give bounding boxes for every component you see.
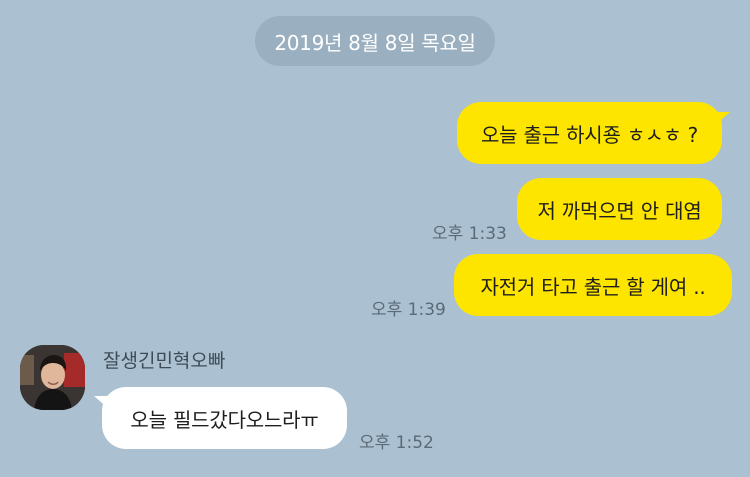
message-bubble-outgoing[interactable]: 오늘 출근 하시죵 ㅎㅅㅎ ? — [457, 102, 722, 164]
avatar[interactable] — [20, 345, 85, 410]
message-time: 오후 1:52 — [359, 433, 434, 453]
message-bubble-outgoing[interactable]: 저 까먹으면 안 대염 — [517, 178, 722, 240]
bubble-tail — [94, 396, 110, 410]
message-time: 오후 1:33 — [432, 224, 507, 244]
sender-name: 잘생긴민혁오빠 — [103, 350, 226, 372]
message-bubble-incoming[interactable]: 오늘 필드갔다오느라ㅠ — [102, 387, 347, 449]
message-time: 오후 1:39 — [371, 300, 446, 320]
bubble-tail — [714, 112, 730, 126]
message-bubble-outgoing[interactable]: 자전거 타고 출근 할 게여 .. — [454, 254, 732, 316]
date-divider: 2019년 8월 8일 목요일 — [255, 16, 495, 66]
profile-photo-icon — [20, 345, 85, 410]
